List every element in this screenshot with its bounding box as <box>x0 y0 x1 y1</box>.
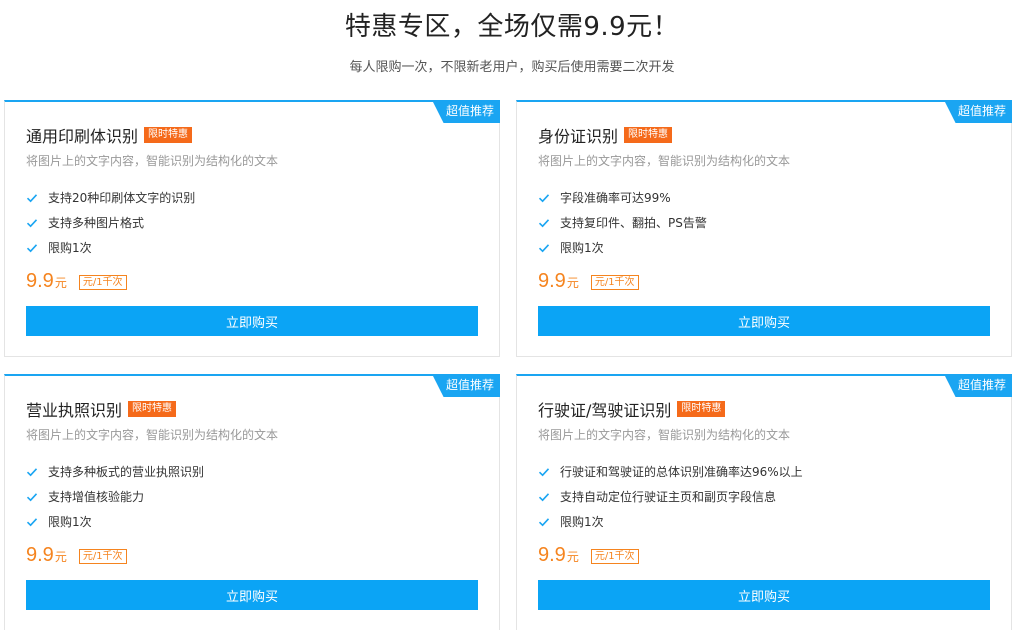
price-rate-tag: 元/1千次 <box>590 275 639 290</box>
page: 特惠专区，全场仅需9.9元！ 每人限购一次，不限新老用户，购买后使用需要二次开发… <box>0 0 1024 630</box>
price-value: 9.9 <box>26 544 54 566</box>
feature-text: 字段准确率可达99% <box>560 191 671 205</box>
promo-tag: 限时特惠 <box>624 127 673 143</box>
card-description: 将图片上的文字内容，智能识别为结构化的文本 <box>26 428 279 442</box>
price-value: 9.9 <box>538 270 566 292</box>
price-value: 9.9 <box>26 270 54 292</box>
feature-list: 行驶证和驾驶证的总体识别准确率达96%以上 支持自动定位行驶证主页和副页字段信息… <box>538 459 803 534</box>
card-header: 通用印刷体识别 限时特惠 <box>26 123 193 147</box>
feature-item: 字段准确率可达99% <box>538 185 707 210</box>
card-title: 行驶证/驾驶证识别 <box>538 401 672 420</box>
feature-text: 支持多种板式的营业执照识别 <box>48 465 205 479</box>
check-icon <box>26 467 38 476</box>
check-icon <box>26 517 38 526</box>
price-unit: 元 <box>566 550 579 564</box>
feature-item: 支持20种印刷体文字的识别 <box>26 185 195 210</box>
feature-text: 支持自动定位行驶证主页和副页字段信息 <box>560 490 777 504</box>
card-description: 将图片上的文字内容，智能识别为结构化的文本 <box>538 154 791 168</box>
price-rate-tag: 元/1千次 <box>590 549 639 564</box>
feature-text: 限购1次 <box>560 241 604 255</box>
feature-item: 限购1次 <box>538 509 803 534</box>
feature-text: 限购1次 <box>48 241 92 255</box>
card-description: 将图片上的文字内容，智能识别为结构化的文本 <box>538 428 791 442</box>
feature-list: 支持多种板式的营业执照识别 支持增值核验能力 限购1次 <box>26 459 204 534</box>
price-unit: 元 <box>54 276 67 290</box>
feature-item: 支持多种图片格式 <box>26 210 195 235</box>
feature-item: 限购1次 <box>26 509 204 534</box>
price-value: 9.9 <box>538 544 566 566</box>
feature-text: 支持20种印刷体文字的识别 <box>48 191 196 205</box>
check-icon <box>26 492 38 501</box>
buy-now-button[interactable]: 立即购买 <box>538 580 990 610</box>
price-rate-tag: 元/1千次 <box>78 275 127 290</box>
recommend-badge: 超值推荐 <box>432 374 500 397</box>
card-title: 营业执照识别 <box>26 401 123 420</box>
card-header: 身份证识别 限时特惠 <box>538 123 673 147</box>
product-card-general-ocr: 超值推荐 通用印刷体识别 限时特惠 将图片上的文字内容，智能识别为结构化的文本 … <box>4 100 500 357</box>
feature-list: 字段准确率可达99% 支持复印件、翻拍、PS告警 限购1次 <box>538 185 707 260</box>
price-row: 9.9 元 元/1千次 <box>538 270 639 293</box>
feature-text: 限购1次 <box>560 515 604 529</box>
check-icon <box>538 467 550 476</box>
price-rate-tag: 元/1千次 <box>78 549 127 564</box>
promo-tag: 限时特惠 <box>144 127 193 143</box>
feature-item: 支持增值核验能力 <box>26 484 204 509</box>
page-title: 特惠专区，全场仅需9.9元！ <box>344 12 680 42</box>
card-header: 营业执照识别 限时特惠 <box>26 397 177 421</box>
feature-item: 限购1次 <box>26 235 195 260</box>
buy-now-button[interactable]: 立即购买 <box>538 306 990 336</box>
product-card-business-license: 超值推荐 营业执照识别 限时特惠 将图片上的文字内容，智能识别为结构化的文本 支… <box>4 374 500 630</box>
recommend-badge: 超值推荐 <box>944 100 1012 123</box>
feature-text: 支持复印件、翻拍、PS告警 <box>560 216 707 230</box>
feature-text: 限购1次 <box>48 515 92 529</box>
price-unit: 元 <box>54 550 67 564</box>
check-icon <box>26 218 38 227</box>
feature-item: 支持多种板式的营业执照识别 <box>26 459 204 484</box>
promo-tag: 限时特惠 <box>677 401 726 417</box>
check-icon <box>26 243 38 252</box>
buy-now-button[interactable]: 立即购买 <box>26 306 478 336</box>
product-card-id-card: 超值推荐 身份证识别 限时特惠 将图片上的文字内容，智能识别为结构化的文本 字段… <box>516 100 1012 357</box>
card-description: 将图片上的文字内容，智能识别为结构化的文本 <box>26 154 279 168</box>
price-unit: 元 <box>566 276 579 290</box>
feature-item: 限购1次 <box>538 235 707 260</box>
check-icon <box>538 243 550 252</box>
price-row: 9.9 元 元/1千次 <box>26 544 127 567</box>
card-title: 通用印刷体识别 <box>26 127 139 146</box>
feature-text: 支持增值核验能力 <box>48 490 145 504</box>
check-icon <box>538 218 550 227</box>
feature-item: 行驶证和驾驶证的总体识别准确率达96%以上 <box>538 459 803 484</box>
feature-item: 支持复印件、翻拍、PS告警 <box>538 210 707 235</box>
buy-now-button[interactable]: 立即购买 <box>26 580 478 610</box>
price-row: 9.9 元 元/1千次 <box>26 270 127 293</box>
feature-text: 支持多种图片格式 <box>48 216 145 230</box>
feature-list: 支持20种印刷体文字的识别 支持多种图片格式 限购1次 <box>26 185 195 260</box>
recommend-badge: 超值推荐 <box>944 374 1012 397</box>
check-icon <box>538 193 550 202</box>
feature-text: 行驶证和驾驶证的总体识别准确率达96%以上 <box>560 465 803 479</box>
product-card-vehicle-license: 超值推荐 行驶证/驾驶证识别 限时特惠 将图片上的文字内容，智能识别为结构化的文… <box>516 374 1012 630</box>
recommend-badge: 超值推荐 <box>432 100 500 123</box>
card-header: 行驶证/驾驶证识别 限时特惠 <box>538 397 726 421</box>
check-icon <box>538 492 550 501</box>
card-title: 身份证识别 <box>538 127 619 146</box>
check-icon <box>26 193 38 202</box>
check-icon <box>538 517 550 526</box>
feature-item: 支持自动定位行驶证主页和副页字段信息 <box>538 484 803 509</box>
promo-tag: 限时特惠 <box>128 401 177 417</box>
price-row: 9.9 元 元/1千次 <box>538 544 639 567</box>
page-subtitle: 每人限购一次，不限新老用户，购买后使用需要二次开发 <box>349 60 675 75</box>
